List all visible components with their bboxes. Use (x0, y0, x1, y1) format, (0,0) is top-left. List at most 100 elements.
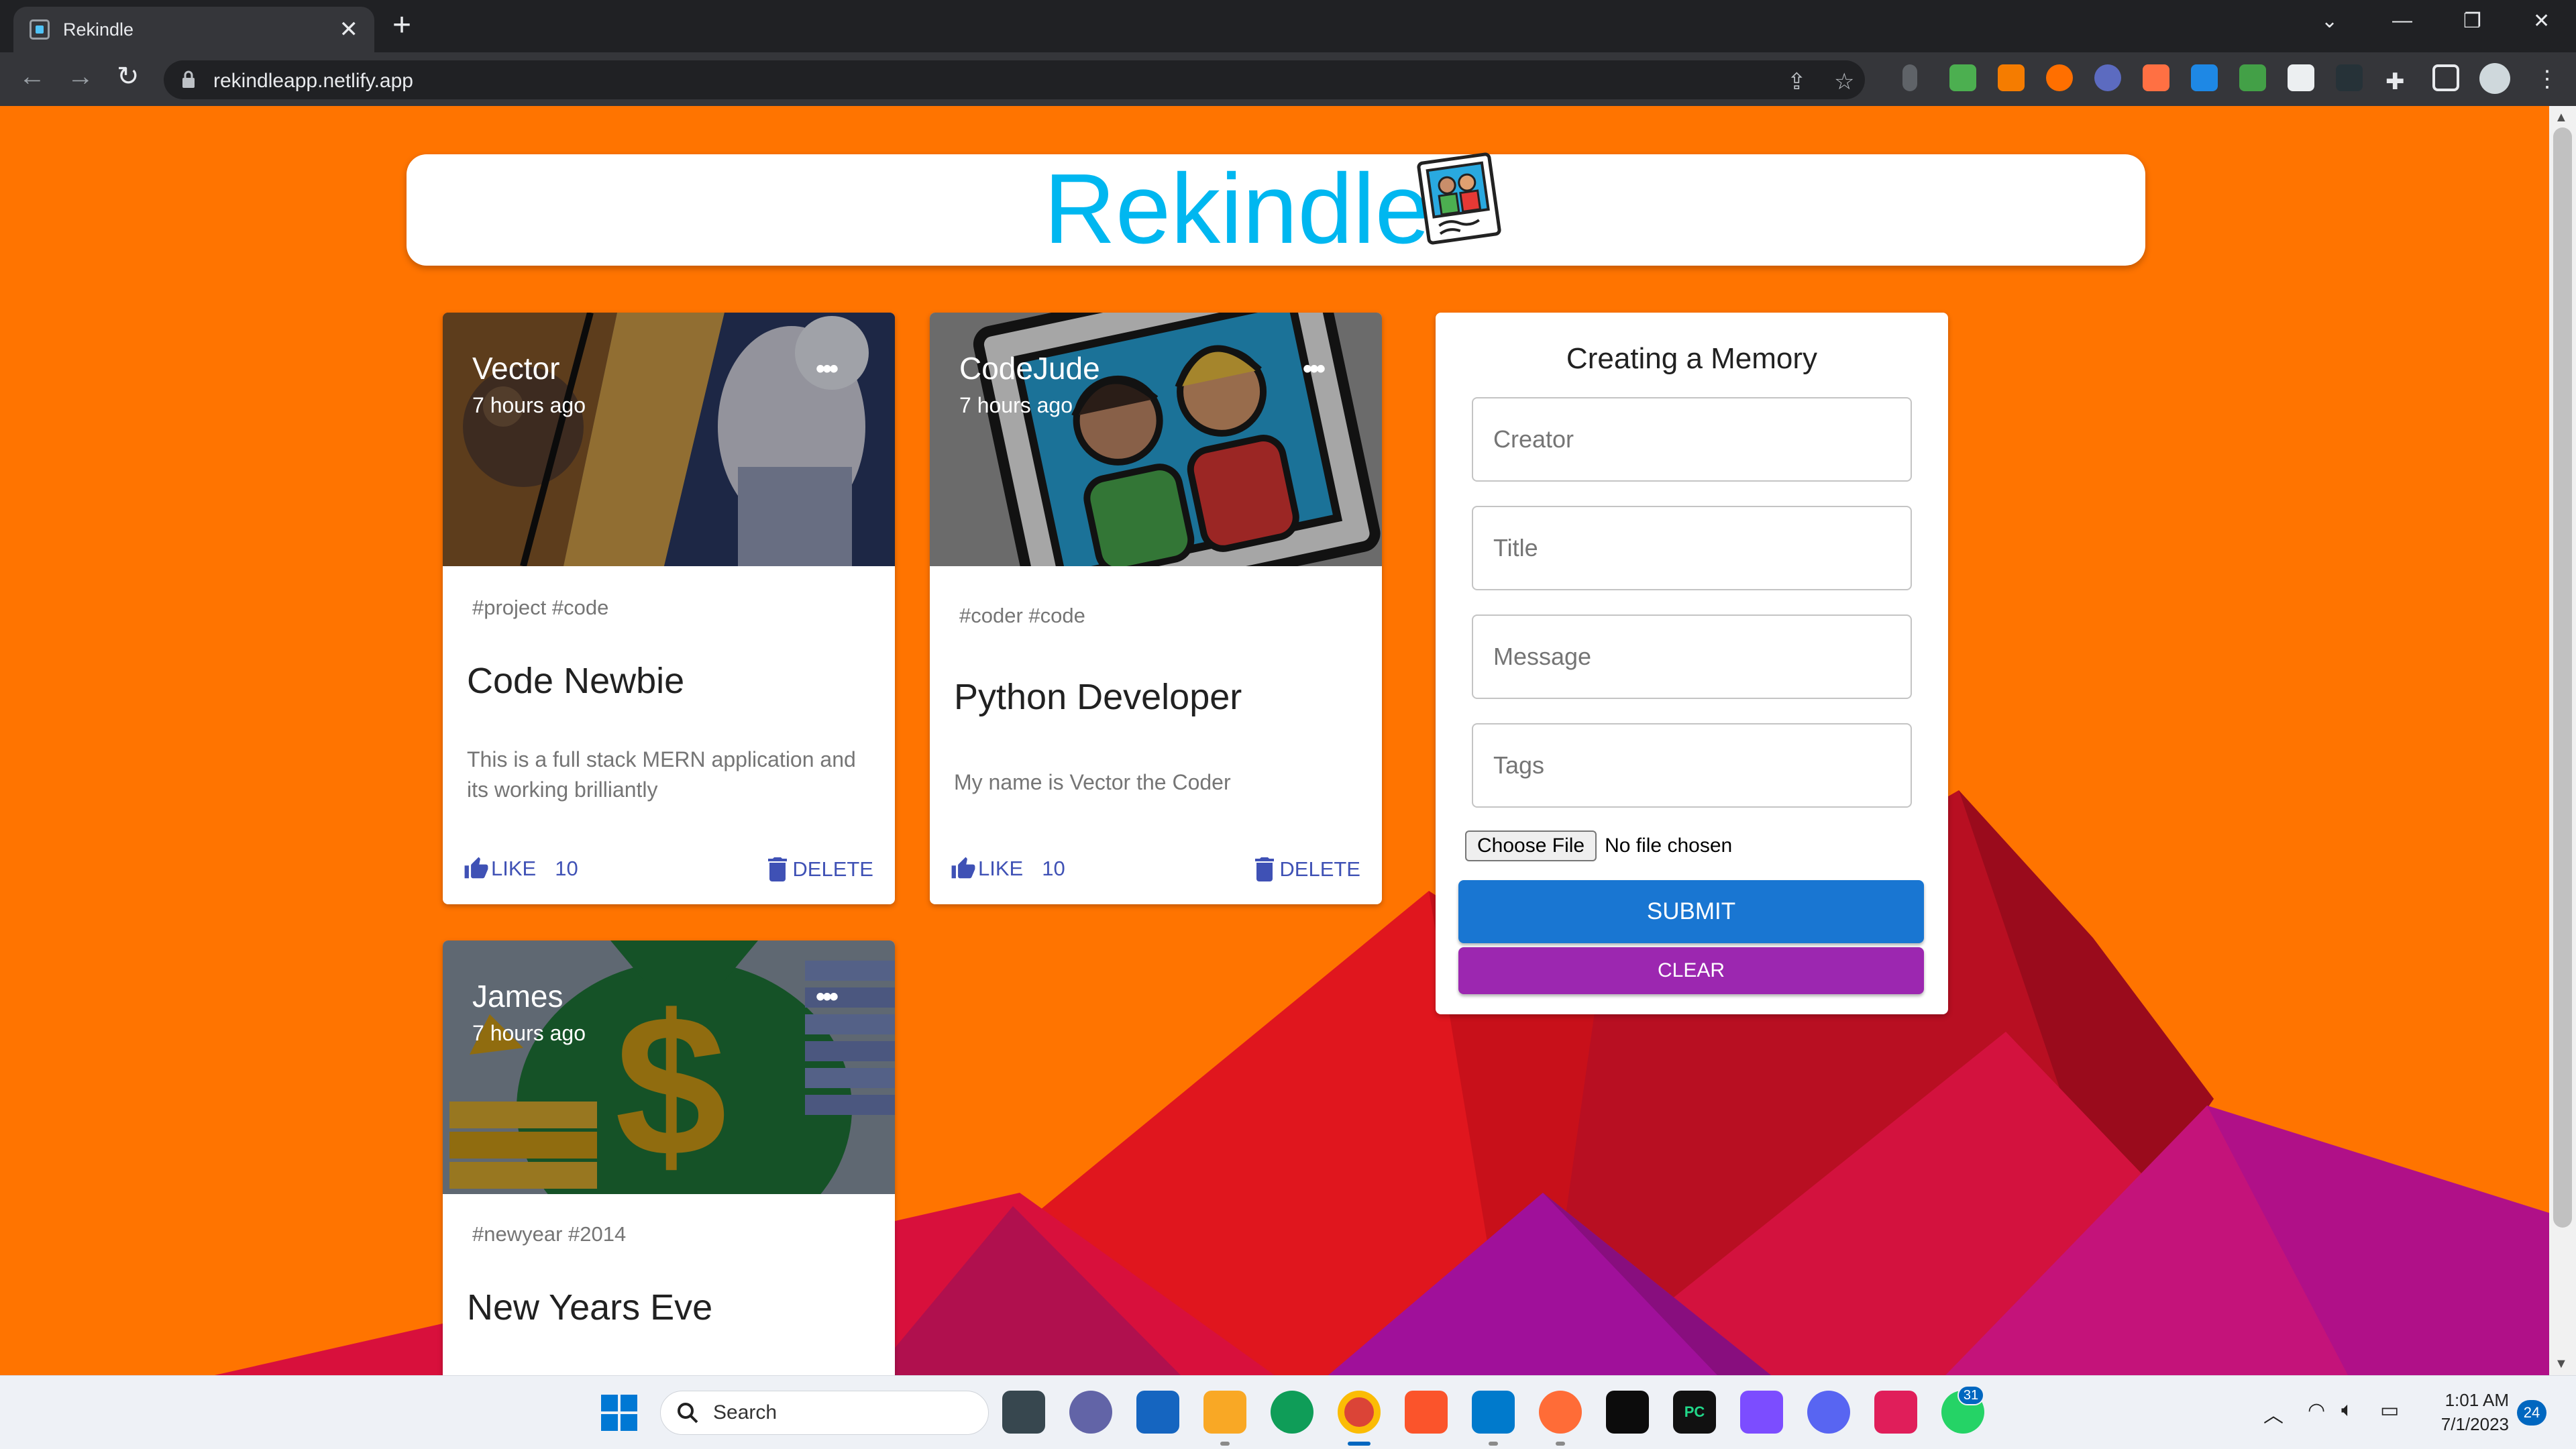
running-indicator (1556, 1442, 1565, 1446)
lock-icon[interactable] (181, 70, 196, 89)
scrollbar-thumb[interactable] (2553, 127, 2572, 1228)
whatsapp-badge: 31 (1957, 1385, 1984, 1405)
bookmark-star-icon[interactable]: ☆ (1834, 68, 1854, 95)
extension-x-icon[interactable] (2288, 64, 2314, 91)
brave-browser-icon[interactable] (1405, 1391, 1448, 1434)
tab-close-icon[interactable]: ✕ (339, 18, 359, 41)
memory-image: $ James 7 hours ago ••• (443, 941, 895, 1194)
file-explorer-icon[interactable] (1203, 1391, 1246, 1434)
pycharm-icon[interactable]: PC (1673, 1391, 1716, 1434)
scroll-up-icon[interactable]: ▲ (2555, 110, 2568, 125)
post-message: My name is Vector the Coder (954, 770, 1231, 794)
trash-icon (768, 857, 788, 881)
microsoft-store-icon[interactable] (1136, 1391, 1179, 1434)
trash-icon (1255, 857, 1275, 881)
extension-puzzle-green-icon[interactable] (2239, 64, 2266, 91)
metamask-icon[interactable] (1998, 64, 2025, 91)
memory-card: CodeJude 7 hours ago ••• #coder #code Py… (930, 313, 1382, 904)
like-label: LIKE (491, 857, 537, 880)
delete-button[interactable]: DELETE (768, 857, 873, 881)
submit-button[interactable]: SUBMIT (1458, 880, 1924, 943)
search-label: Search (713, 1401, 777, 1424)
post-title: Python Developer (954, 677, 1242, 717)
address-bar[interactable]: rekindleapp.netlify.app ⇪ ☆ (164, 60, 1865, 99)
url-text: rekindleapp.netlify.app (213, 70, 413, 92)
taskbar-search[interactable]: Search (660, 1391, 989, 1435)
browser-menu-icon[interactable]: ⋮ (2536, 66, 2559, 93)
memory-card: $ James 7 hours ago ••• #newyear #2014 N… (443, 941, 895, 1375)
volume-icon[interactable]: 🔈︎ (2341, 1399, 2353, 1421)
edge-browser-icon[interactable] (1271, 1391, 1313, 1434)
notification-count-badge[interactable]: 24 (2517, 1400, 2546, 1426)
memory-image: CodeJude 7 hours ago ••• (930, 313, 1382, 566)
extension-a-icon[interactable] (2143, 64, 2169, 91)
system-clock[interactable]: 1:01 AM 7/1/2023 (2428, 1388, 2509, 1436)
task-view-icon[interactable] (1002, 1391, 1045, 1434)
post-title: New Years Eve (467, 1287, 713, 1328)
windows-start-icon[interactable] (601, 1395, 637, 1431)
post-tags: #coder #code (959, 604, 1085, 627)
post-creator: Vector (472, 351, 560, 386)
extension-v-icon[interactable] (2191, 64, 2218, 91)
message-field[interactable]: Message (1472, 614, 1912, 699)
restore-button[interactable]: ❐ (2463, 9, 2481, 33)
react-devtools-icon[interactable] (2336, 64, 2363, 91)
extension-1-icon[interactable] (1902, 64, 1917, 91)
memory-form: Creating a Memory Creator Title Message … (1436, 313, 1948, 1014)
post-tags: #project #code (472, 596, 609, 619)
clock-time: 1:01 AM (2445, 1390, 2509, 1410)
title-field[interactable]: Title (1472, 506, 1912, 590)
active-app-indicator (1348, 1442, 1371, 1446)
postman-icon[interactable] (1539, 1391, 1582, 1434)
post-tags: #newyear #2014 (472, 1222, 627, 1246)
new-tab-button[interactable]: + (392, 9, 411, 42)
forward-arrow-icon[interactable]: → (67, 63, 94, 90)
chrome-browser-icon[interactable] (1338, 1391, 1381, 1434)
delete-label: DELETE (1279, 857, 1360, 881)
minimize-button[interactable]: — (2392, 9, 2412, 32)
like-button[interactable]: LIKE 10 (463, 856, 578, 881)
scroll-down-icon[interactable]: ▼ (2555, 1356, 2568, 1372)
proton-vpn-icon[interactable] (1740, 1391, 1783, 1434)
terminal-icon[interactable] (1606, 1391, 1649, 1434)
tray-chevron-icon[interactable]: ︿ (2263, 1399, 2284, 1428)
back-arrow-icon[interactable]: ← (19, 63, 46, 90)
post-time: 7 hours ago (472, 1021, 586, 1045)
browser-tab-strip: Rekindle ✕ + ⌄ — ❐ ✕ (0, 0, 2576, 52)
extension-burst-icon[interactable] (2046, 64, 2073, 91)
teams-chat-icon[interactable] (1069, 1391, 1112, 1434)
choose-file-button[interactable]: Choose File (1465, 830, 1597, 861)
battery-icon[interactable]: ▭ (2380, 1399, 2399, 1422)
profile-avatar[interactable] (2479, 63, 2510, 94)
share-icon[interactable]: ⇪ (1787, 68, 1807, 95)
more-options-icon[interactable]: ••• (1303, 356, 1326, 382)
creator-field[interactable]: Creator (1472, 397, 1912, 482)
discord-icon[interactable] (1807, 1391, 1850, 1434)
thumb-up-icon (464, 857, 488, 879)
tab-title: Rekindle (63, 19, 134, 40)
wifi-icon[interactable]: ◠ (2308, 1399, 2325, 1422)
post-time: 7 hours ago (472, 393, 586, 417)
close-window-button[interactable]: ✕ (2533, 9, 2550, 33)
post-title: Code Newbie (467, 661, 685, 701)
extensions-puzzle-icon[interactable]: ✚ (2385, 68, 2405, 95)
tags-field[interactable]: Tags (1472, 723, 1912, 808)
extension-chat-icon[interactable] (2094, 64, 2121, 91)
delete-button[interactable]: DELETE (1255, 857, 1360, 881)
like-button[interactable]: LIKE 10 (950, 856, 1065, 881)
tab-search-icon[interactable]: ⌄ (2321, 9, 2338, 33)
more-options-icon[interactable]: ••• (816, 983, 839, 1010)
memory-card: Vector 7 hours ago ••• #project #code Co… (443, 313, 895, 904)
message-placeholder: Message (1493, 643, 1592, 670)
more-options-icon[interactable]: ••• (816, 356, 839, 382)
clear-button[interactable]: CLEAR (1458, 947, 1924, 994)
vscode-icon[interactable] (1472, 1391, 1515, 1434)
extension-tree-icon[interactable] (1949, 64, 1976, 91)
delete-label: DELETE (792, 857, 873, 881)
browser-tab[interactable]: Rekindle ✕ (13, 7, 374, 52)
slack-icon[interactable] (1874, 1391, 1917, 1434)
side-panel-icon[interactable] (2432, 64, 2459, 91)
reload-icon[interactable]: ↻ (117, 63, 140, 90)
like-count: 10 (1042, 857, 1065, 880)
tags-placeholder: Tags (1493, 751, 1545, 779)
